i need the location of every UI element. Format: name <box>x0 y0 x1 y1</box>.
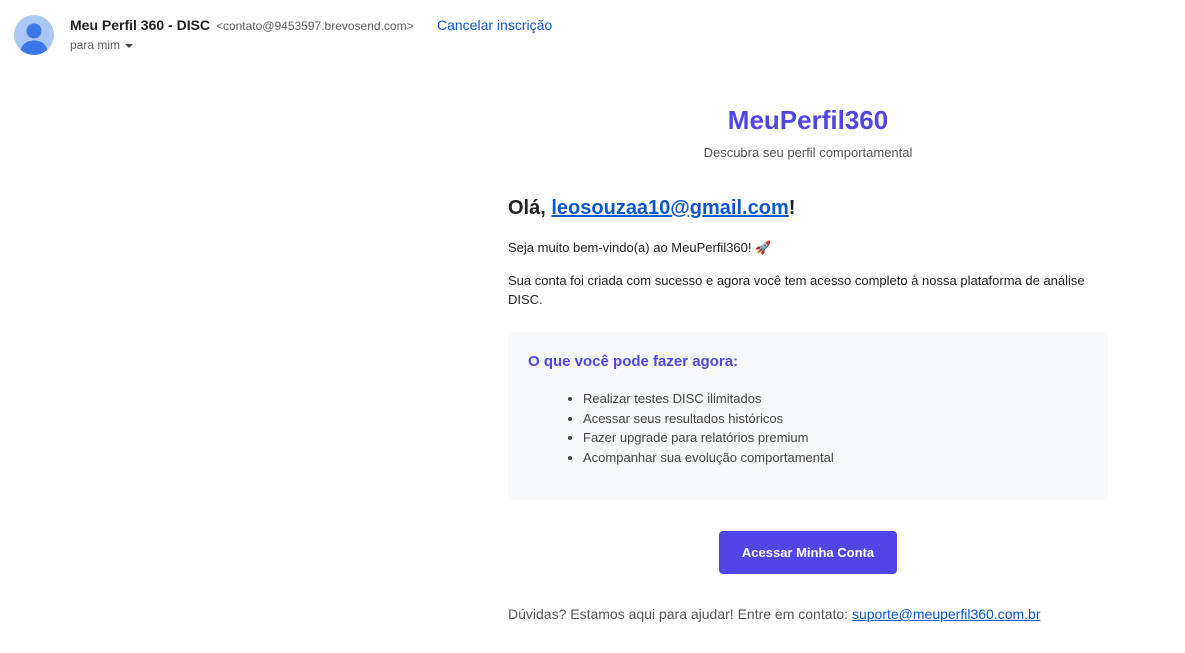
intro-text: Sua conta foi criada com sucesso e agora… <box>508 273 1085 307</box>
unsubscribe-link[interactable]: Cancelar inscrição <box>437 16 552 34</box>
sender-email: <contato@9453597.brevosend.com> <box>215 19 414 33</box>
feature-item: Acompanhar sua evolução comportamental <box>568 448 834 468</box>
email-header: Meu Perfil 360 - DISC <contato@9453597.b… <box>0 0 1185 70</box>
greeting-email-link[interactable]: leosouzaa10@gmail.com <box>551 197 788 219</box>
sender-line: Meu Perfil 360 - DISC <contato@9453597.b… <box>70 16 414 35</box>
support-footer: Dúvidas? Estamos aqui para ajudar! Entre… <box>508 605 1108 623</box>
person-icon <box>20 23 48 55</box>
greeting: Olá, leosouzaa10@gmail.com! <box>508 196 1108 220</box>
access-account-button[interactable]: Acessar Minha Conta <box>718 531 898 574</box>
sender-name[interactable]: Meu Perfil 360 - DISC <box>70 17 210 33</box>
brand-tagline: Descubra seu perfil comportamental <box>703 145 913 160</box>
feature-item: Fazer upgrade para relatórios premium <box>568 428 834 448</box>
support-email-link[interactable]: suporte@meuperfil360.com.br <box>852 606 1041 622</box>
footer-text: Dúvidas? Estamos aqui para ajudar! Entre… <box>508 606 852 622</box>
cta-wrapper: Acessar Minha Conta <box>508 531 1108 574</box>
brand-title: MeuPerfil360 <box>727 105 889 135</box>
welcome-text: Seja muito bem-vindo(a) ao MeuPerfil360!… <box>508 240 772 255</box>
features-box: O que você pode fazer agora: Realizar te… <box>508 332 1108 500</box>
greeting-suffix: ! <box>788 197 796 219</box>
chevron-down-icon[interactable] <box>125 43 134 48</box>
features-title: O que você pode fazer agora: <box>528 353 739 370</box>
features-list: Realizar testes DISC ilimitados Acessar … <box>568 389 834 468</box>
feature-item: Realizar testes DISC ilimitados <box>568 389 834 409</box>
recipient-label: para mim <box>70 38 121 52</box>
greeting-prefix: Olá, <box>508 197 552 219</box>
feature-item: Acessar seus resultados históricos <box>568 409 834 429</box>
email-body: MeuPerfil360 Descubra seu perfil comport… <box>508 100 1108 623</box>
recipient-details[interactable]: para mim <box>70 37 134 53</box>
sender-avatar[interactable] <box>14 15 54 55</box>
